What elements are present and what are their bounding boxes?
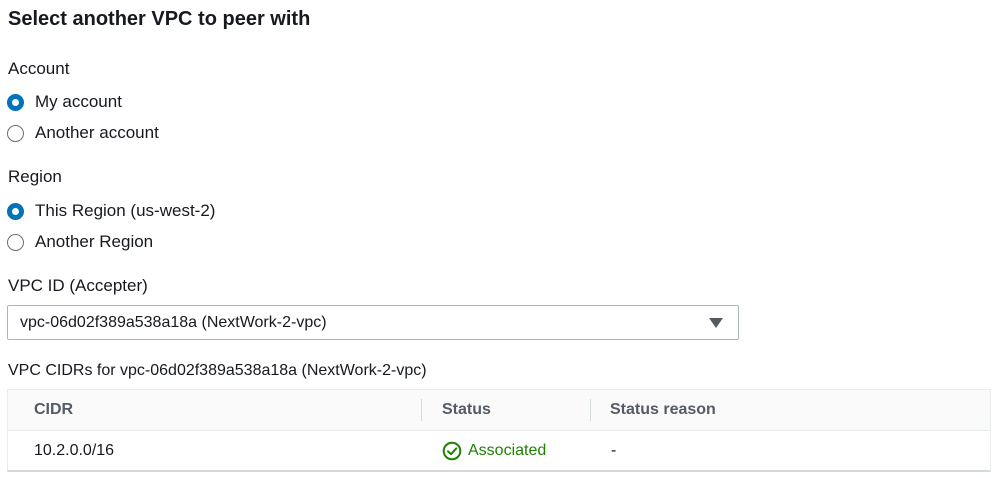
radio-button[interactable] [7,233,24,251]
radio-button[interactable] [7,124,24,142]
caret-down-icon[interactable] [709,318,723,328]
account-label: Account [8,59,70,78]
radio-label: My account [35,92,122,111]
vpc-id-label: VPC ID (Accepter) [8,276,148,295]
cidr-table-heading: VPC CIDRs for vpc-06d02f389a538a18a (Nex… [8,362,427,379]
page-title: Select another VPC to peer with [8,8,311,30]
column-divider[interactable] [421,399,422,421]
cell-cidr: 10.2.0.0/16 [34,442,115,459]
cell-status-reason: - [611,442,617,459]
radio-label: Another account [35,123,159,142]
column-header-cidr: CIDR [34,401,74,418]
radio-another-account[interactable]: Another account [7,122,159,144]
check-circle-icon [442,441,462,461]
cell-status: Associated [442,431,546,471]
cidr-table: CIDR Status Status reason 10.2.0.0/16 As… [7,389,991,472]
radio-button-selected[interactable] [7,202,24,220]
radio-button-selected[interactable] [7,93,24,111]
radio-this-region[interactable]: This Region (us-west-2) [7,200,215,222]
status-text: Associated [468,442,547,459]
vpc-id-select[interactable]: vpc-06d02f389a538a18a (NextWork-2-vpc) [7,305,739,340]
column-header-status: Status [442,401,491,418]
radio-label: This Region (us-west-2) [35,201,216,220]
radio-label: Another Region [35,232,154,251]
radio-another-region[interactable]: Another Region [7,231,153,253]
column-divider[interactable] [590,399,591,421]
column-header-status-reason: Status reason [610,401,716,418]
table-header: CIDR Status Status reason [8,390,990,431]
vpc-id-select-value: vpc-06d02f389a538a18a (NextWork-2-vpc) [20,313,327,331]
radio-my-account[interactable]: My account [7,91,122,113]
region-label: Region [8,167,62,186]
